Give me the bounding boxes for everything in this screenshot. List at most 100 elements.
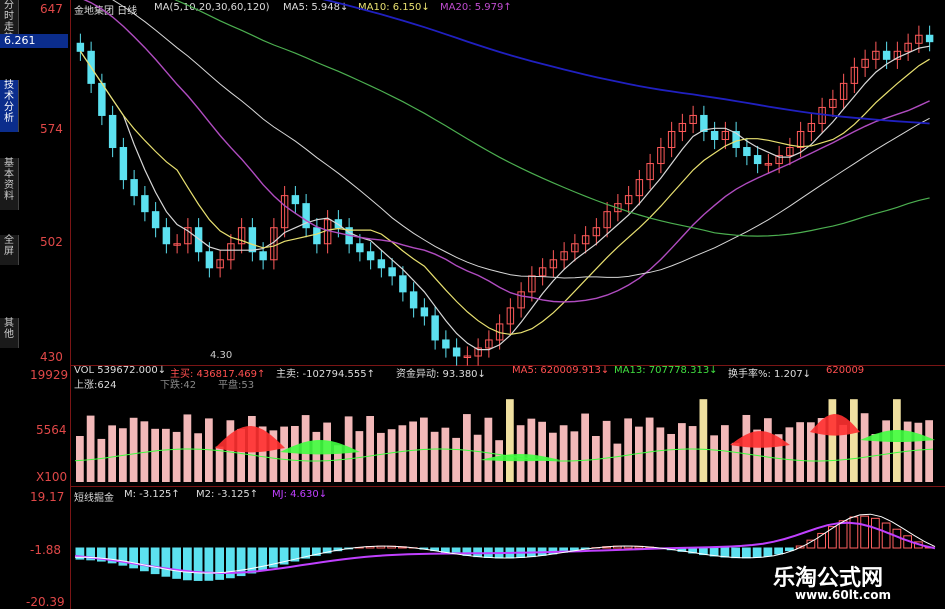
volume-bar — [194, 433, 202, 482]
volume-bar — [162, 428, 170, 482]
volume-bar — [570, 431, 579, 482]
osc-bar — [720, 547, 730, 558]
ma30-line — [112, 0, 930, 279]
volume-bar — [108, 425, 116, 482]
volume-bar — [624, 418, 632, 482]
volume-bar — [516, 425, 525, 482]
cursor-price-label: 4.30 — [210, 350, 233, 361]
candle-body — [420, 307, 429, 317]
candle-body — [141, 195, 149, 213]
volume-bar — [742, 414, 751, 482]
volume-bar — [463, 414, 471, 482]
volume-bar — [828, 399, 837, 482]
volume-bar — [398, 425, 407, 482]
candle-body — [366, 251, 375, 261]
osc-bar — [140, 547, 149, 572]
volume-bar — [549, 432, 557, 482]
candle-body — [356, 243, 364, 253]
stock-chart-window: 分时走势 6.261 技术分析 基本资料 全屏 其他 647 574 502 4… — [0, 0, 945, 609]
volume-bar — [882, 420, 890, 482]
ma10-line — [79, 50, 930, 336]
fund-inflow-area — [215, 426, 285, 453]
candle-body — [76, 42, 85, 52]
candle-body — [151, 211, 160, 229]
candle-body — [409, 291, 418, 309]
candle-body — [399, 275, 407, 293]
candle-body — [743, 147, 751, 157]
osc-bar — [763, 547, 773, 557]
osc-bar — [204, 547, 214, 581]
osc-bar — [161, 547, 171, 577]
volume-bar — [312, 431, 321, 482]
osc-bar — [742, 547, 751, 559]
volume-bar — [280, 426, 288, 482]
watermark-url: www.60lt.com — [795, 588, 892, 602]
volume-bar — [699, 399, 708, 482]
osc-bar — [150, 547, 160, 575]
volume-bar — [710, 435, 718, 482]
volume-bar — [613, 443, 622, 482]
osc-bar — [774, 547, 783, 555]
volume-bar — [559, 425, 568, 482]
candle-body — [431, 315, 439, 341]
candle-body — [925, 34, 934, 43]
ma60-line — [174, 0, 930, 237]
volume-bar — [441, 427, 450, 482]
candle-body — [119, 147, 128, 181]
candle-body — [388, 267, 396, 277]
volume-bar — [731, 442, 740, 482]
volume-bar — [602, 420, 611, 482]
volume-bar — [183, 414, 192, 482]
candle-body — [313, 227, 321, 245]
volume-bar — [387, 429, 396, 482]
volume-bar — [721, 425, 729, 482]
volume-bar — [667, 433, 675, 482]
volume-bar — [645, 417, 654, 482]
osc-bar — [871, 517, 880, 549]
candle-body — [732, 130, 740, 149]
osc-bar — [172, 547, 181, 579]
candle-body — [710, 130, 719, 141]
volume-bar — [688, 426, 697, 482]
candle-body — [259, 251, 267, 261]
volume-bar — [366, 416, 374, 482]
volume-bar — [484, 417, 493, 482]
volume-bar — [506, 399, 514, 482]
osc-bar — [193, 547, 203, 581]
osc-bar — [838, 520, 848, 549]
volume-bar — [473, 434, 482, 482]
volume-bar — [764, 418, 772, 482]
candle-body — [753, 155, 762, 165]
candle-body — [377, 259, 386, 269]
candle-body — [442, 339, 450, 349]
fund-outflow-area — [860, 430, 935, 442]
osc-bar — [752, 547, 762, 558]
volume-bar — [291, 425, 299, 482]
volume-bar — [527, 418, 536, 482]
candle-body — [248, 227, 257, 253]
candle-body — [205, 251, 214, 269]
volume-bar — [97, 438, 106, 482]
volume-bar — [86, 415, 95, 482]
volume-bar — [850, 399, 858, 482]
volume-bar — [860, 413, 869, 482]
candle-body — [291, 195, 300, 205]
volume-bar — [172, 431, 181, 482]
candle-body — [98, 82, 106, 116]
volume-bar — [355, 431, 364, 482]
volume-bar — [76, 436, 84, 482]
volume-bar — [129, 417, 138, 482]
volume-bar — [452, 437, 460, 482]
candle-body — [162, 227, 171, 245]
volume-bar — [495, 440, 503, 482]
volume-bar — [925, 420, 933, 482]
volume-bar — [785, 427, 794, 482]
volume-bar — [215, 446, 224, 482]
osc-bar — [860, 515, 869, 549]
candle-body — [882, 50, 891, 60]
volume-bar — [796, 422, 804, 482]
volume-bar — [678, 423, 686, 482]
volume-bar — [151, 428, 159, 482]
candle-body — [452, 347, 461, 357]
volume-bar — [430, 431, 439, 482]
